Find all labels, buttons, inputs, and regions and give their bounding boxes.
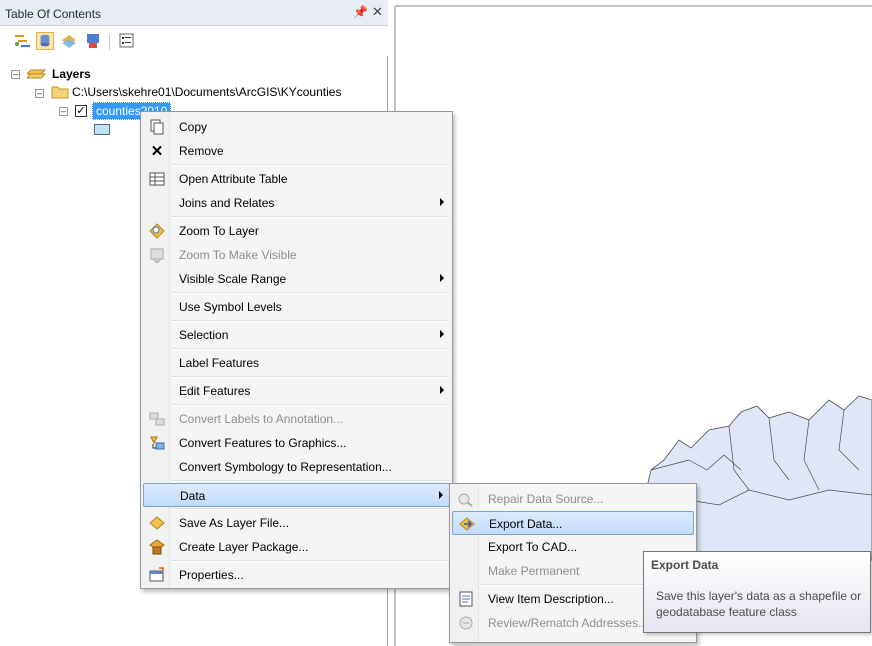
zoom-to-make-visible-icon bbox=[150, 248, 164, 264]
submenu-arrow-icon bbox=[440, 274, 444, 282]
layer-visibility-checkbox[interactable]: ✓ bbox=[75, 105, 87, 117]
toc-toolbar bbox=[0, 26, 388, 56]
menu-item-open-attribute-table[interactable]: Open Attribute Table bbox=[143, 167, 450, 191]
layer-context-menu: Copy ✕ Remove Open Attribute Table Joins… bbox=[140, 111, 453, 589]
toc-title-bar: Table Of Contents 📌 ✕ bbox=[0, 0, 388, 26]
menu-item-data[interactable]: Data bbox=[143, 483, 450, 507]
item-description-icon bbox=[459, 591, 473, 607]
pin-icon[interactable]: 📌 bbox=[353, 5, 368, 19]
menu-item-remove[interactable]: ✕ Remove bbox=[143, 139, 450, 163]
menu-item-edit-features[interactable]: Edit Features bbox=[143, 379, 450, 403]
toolbar-divider bbox=[109, 34, 110, 50]
tooltip-title: Export Data bbox=[651, 558, 719, 572]
layer-file-icon bbox=[149, 516, 165, 530]
table-icon bbox=[149, 172, 165, 186]
menu-separator bbox=[171, 164, 450, 166]
menu-separator bbox=[171, 292, 450, 294]
menu-separator bbox=[171, 376, 450, 378]
list-by-selection-icon[interactable] bbox=[84, 32, 102, 50]
layer-collapse-toggle[interactable]: – bbox=[59, 107, 68, 116]
menu-separator bbox=[171, 216, 450, 218]
menu-item-convert-features-to-graphics[interactable]: Convert Features to Graphics... bbox=[143, 431, 450, 455]
submenu-arrow-icon bbox=[440, 330, 444, 338]
menu-separator bbox=[171, 480, 450, 482]
close-icon[interactable]: ✕ bbox=[372, 4, 383, 20]
menu-item-zoom-to-layer[interactable]: Zoom To Layer bbox=[143, 219, 450, 243]
menu-item-label-features[interactable]: Label Features bbox=[143, 351, 450, 375]
menu-separator bbox=[171, 404, 450, 406]
folder-path[interactable]: C:\Users\skehre01\Documents\ArcGIS\KYcou… bbox=[72, 85, 341, 99]
menu-separator bbox=[171, 348, 450, 350]
rematch-addresses-icon bbox=[459, 616, 473, 630]
menu-item-copy[interactable]: Copy bbox=[143, 115, 450, 139]
menu-item-use-symbol-levels[interactable]: Use Symbol Levels bbox=[143, 295, 450, 319]
layers-collapse-toggle[interactable]: – bbox=[11, 70, 20, 79]
convert-labels-icon bbox=[149, 412, 165, 426]
menu-item-convert-symbology-to-representation[interactable]: Convert Symbology to Representation... bbox=[143, 455, 450, 479]
zoom-to-layer-icon bbox=[149, 223, 165, 239]
layers-root-label[interactable]: Layers bbox=[52, 67, 91, 81]
list-by-visibility-icon[interactable] bbox=[60, 32, 78, 50]
tooltip-body: Save this layer's data as a shapefile or… bbox=[656, 589, 862, 619]
toc-title: Table Of Contents bbox=[5, 7, 102, 21]
submenu-arrow-icon bbox=[440, 386, 444, 394]
repair-data-source-icon bbox=[458, 493, 473, 507]
submenu-arrow-icon bbox=[440, 198, 444, 206]
convert-features-icon bbox=[150, 436, 165, 450]
menu-separator bbox=[171, 508, 450, 510]
export-data-icon bbox=[459, 517, 475, 531]
menu-separator bbox=[171, 320, 450, 322]
properties-icon bbox=[149, 567, 164, 582]
export-data-tooltip: Export Data Save this layer's data as a … bbox=[643, 551, 871, 633]
menu-item-save-as-layer-file[interactable]: Save As Layer File... bbox=[143, 511, 450, 535]
menu-item-convert-labels-to-annotation[interactable]: Convert Labels to Annotation... bbox=[143, 407, 450, 431]
layer-symbol-swatch[interactable] bbox=[94, 124, 110, 135]
options-icon[interactable] bbox=[118, 32, 136, 50]
submenu-arrow-icon bbox=[439, 491, 443, 499]
menu-item-joins-and-relates[interactable]: Joins and Relates bbox=[143, 191, 450, 215]
folder-collapse-toggle[interactable]: – bbox=[35, 89, 44, 98]
folder-icon bbox=[51, 86, 69, 99]
menu-item-properties[interactable]: Properties... bbox=[143, 563, 450, 587]
list-by-drawing-order-icon[interactable] bbox=[14, 32, 32, 50]
layer-package-icon bbox=[149, 539, 165, 555]
menu-separator bbox=[171, 560, 450, 562]
menu-item-zoom-to-make-visible[interactable]: Zoom To Make Visible bbox=[143, 243, 450, 267]
menu-item-selection[interactable]: Selection bbox=[143, 323, 450, 347]
copy-icon bbox=[150, 119, 164, 135]
layers-icon bbox=[27, 69, 47, 79]
menu-item-create-layer-package[interactable]: Create Layer Package... bbox=[143, 535, 450, 559]
list-by-source-icon[interactable] bbox=[36, 32, 54, 50]
menu-item-export-data[interactable]: Export Data... bbox=[452, 511, 694, 535]
remove-x-icon: ✕ bbox=[150, 143, 164, 160]
menu-item-visible-scale-range[interactable]: Visible Scale Range bbox=[143, 267, 450, 291]
menu-item-repair-data-source[interactable]: Repair Data Source... bbox=[452, 487, 694, 511]
